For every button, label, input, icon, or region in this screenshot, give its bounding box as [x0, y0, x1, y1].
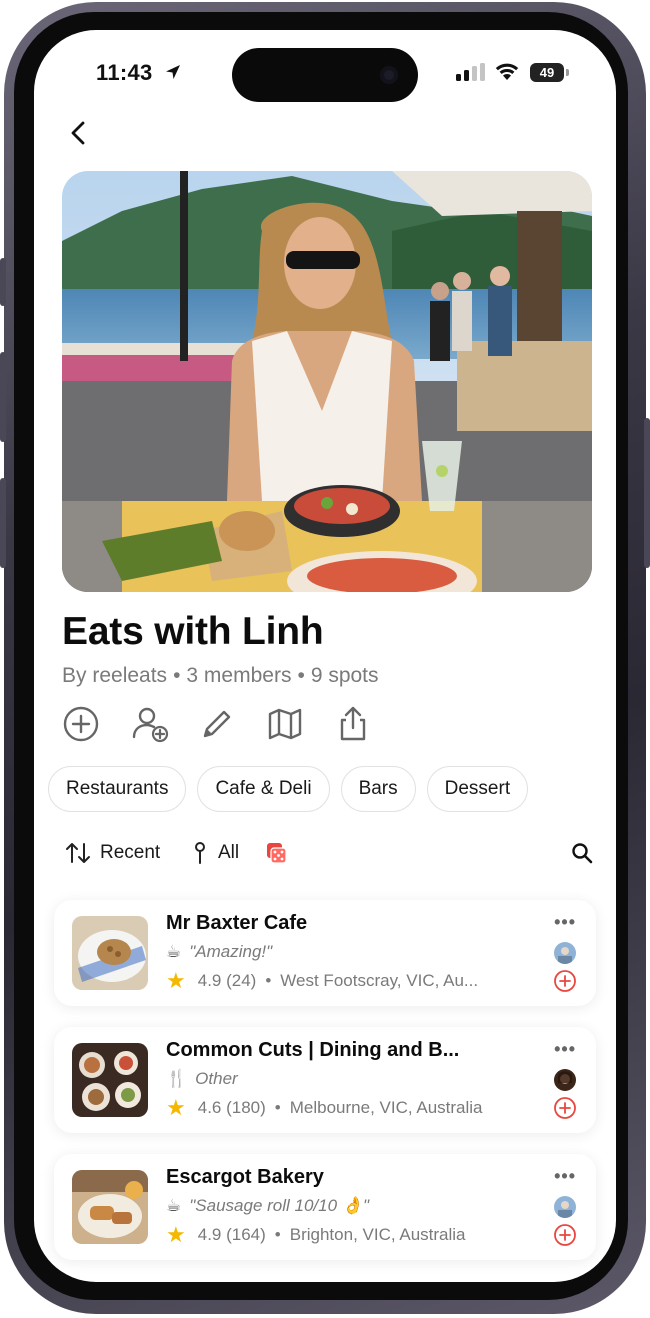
pencil-icon	[203, 710, 231, 738]
note-text: "Sausage roll 10/10 👌"	[189, 1196, 369, 1215]
place-thumbnail	[72, 1170, 148, 1244]
power-button	[644, 418, 650, 568]
random-dice-button[interactable]	[264, 841, 288, 865]
camera-icon	[380, 66, 398, 84]
note-text: Other	[195, 1069, 238, 1088]
avatar	[554, 942, 576, 964]
share-icon	[340, 706, 366, 741]
back-button[interactable]	[64, 118, 94, 148]
rating: 4.6	[197, 1098, 222, 1117]
coffee-icon: ☕	[166, 1196, 182, 1215]
rating: 4.9	[197, 1225, 222, 1244]
filter-button[interactable]: All	[192, 838, 239, 868]
avatar	[554, 1196, 576, 1218]
cover-photo-illustration	[62, 171, 592, 592]
list-item[interactable]: Common Cuts | Dining and B... 🍴 Other ★ …	[54, 1027, 596, 1133]
place-meta: ★ 4.9 (24) • West Footscray, VIC, Au...	[166, 970, 526, 992]
add-circle-icon	[63, 706, 99, 742]
review-count: (180)	[226, 1098, 266, 1117]
list-toolbar: Recent All	[64, 838, 594, 868]
separator-dot: •	[297, 664, 305, 687]
add-to-list-icon[interactable]	[553, 1096, 577, 1120]
dynamic-island	[232, 48, 418, 102]
place-location: Brighton, VIC, Australia	[289, 1225, 466, 1244]
invite-member-button[interactable]	[130, 704, 198, 744]
chip-dessert[interactable]: Dessert	[426, 766, 529, 812]
edit-collection-button[interactable]	[198, 704, 266, 744]
location-arrow-icon	[166, 65, 180, 79]
place-note: ☕ "Sausage roll 10/10 👌"	[166, 1196, 369, 1216]
place-name[interactable]: Common Cuts | Dining and B...	[166, 1039, 526, 1062]
separator-dot: •	[274, 1098, 281, 1117]
search-button[interactable]	[570, 841, 594, 865]
separator-dot: •	[265, 971, 272, 990]
sort-label: Recent	[100, 842, 161, 863]
app-screen: 11:43 49 Eats with Linh By reeleats • 3 …	[34, 30, 616, 1282]
cover-photo	[62, 171, 592, 592]
cellular-signal-icon	[456, 63, 485, 81]
note-text: "Amazing!"	[189, 942, 273, 961]
collection-members[interactable]: 3 members	[186, 664, 291, 687]
rating: 4.9	[197, 971, 222, 990]
list-item[interactable]: Escargot Bakery ☕ "Sausage roll 10/10 👌"…	[54, 1154, 596, 1260]
fork-knife-icon: 🍴	[166, 1069, 188, 1088]
place-meta: ★ 4.9 (164) • Brighton, VIC, Australia	[166, 1224, 526, 1246]
more-options-icon[interactable]: •••	[554, 1166, 576, 1187]
action-button	[0, 258, 6, 306]
chip-restaurants[interactable]: Restaurants	[48, 766, 187, 812]
sort-arrows-icon	[66, 843, 90, 863]
map-view-button[interactable]	[266, 704, 334, 744]
pin-icon	[195, 842, 205, 864]
chip-cafe-deli[interactable]: Cafe & Deli	[197, 766, 330, 812]
separator-dot: •	[173, 664, 181, 687]
collection-title: Eats with Linh	[62, 610, 324, 653]
category-chips: Restaurants Cafe & Deli Bars Dessert	[48, 766, 529, 812]
sort-button[interactable]: Recent	[64, 838, 160, 868]
place-location: West Footscray, VIC, Au...	[280, 971, 479, 990]
collection-meta: By reeleats • 3 members • 9 spots	[62, 664, 379, 688]
place-name[interactable]: Mr Baxter Cafe	[166, 912, 526, 935]
star-icon: ★	[166, 970, 186, 992]
avatar	[554, 1069, 576, 1091]
add-user-icon	[132, 707, 169, 743]
chip-bars[interactable]: Bars	[340, 766, 416, 812]
review-count: (24)	[226, 971, 257, 990]
place-thumbnail	[72, 1043, 148, 1117]
more-options-icon[interactable]: •••	[554, 912, 576, 933]
star-icon: ★	[166, 1097, 186, 1119]
battery-indicator: 49	[530, 63, 564, 82]
volume-up-button	[0, 352, 6, 442]
collection-actions	[62, 704, 402, 744]
place-note: ☕ "Amazing!"	[166, 942, 272, 962]
status-time: 11:43	[96, 60, 153, 85]
volume-down-button	[0, 478, 6, 568]
battery-cap	[566, 69, 569, 76]
separator-dot: •	[274, 1225, 281, 1244]
collection-author[interactable]: By reeleats	[62, 664, 167, 687]
wifi-icon	[495, 63, 519, 80]
add-to-list-icon[interactable]	[553, 969, 577, 993]
collection-spots: 9 spots	[310, 664, 379, 687]
review-count: (164)	[226, 1225, 266, 1244]
add-to-list-icon[interactable]	[553, 1223, 577, 1247]
star-icon: ★	[166, 1224, 186, 1246]
coffee-icon: ☕	[166, 942, 182, 961]
place-note: 🍴 Other	[166, 1069, 238, 1089]
map-icon	[268, 708, 302, 740]
list-item[interactable]: Mr Baxter Cafe ☕ "Amazing!" ★ 4.9 (24) •…	[54, 900, 596, 1006]
filter-label: All	[218, 842, 240, 863]
more-options-icon[interactable]: •••	[554, 1039, 576, 1060]
share-button[interactable]	[334, 704, 402, 744]
place-name[interactable]: Escargot Bakery	[166, 1166, 526, 1189]
place-meta: ★ 4.6 (180) • Melbourne, VIC, Australia	[166, 1097, 526, 1119]
place-location: Melbourne, VIC, Australia	[289, 1098, 483, 1117]
add-spot-button[interactable]	[62, 704, 130, 744]
place-thumbnail	[72, 916, 148, 990]
